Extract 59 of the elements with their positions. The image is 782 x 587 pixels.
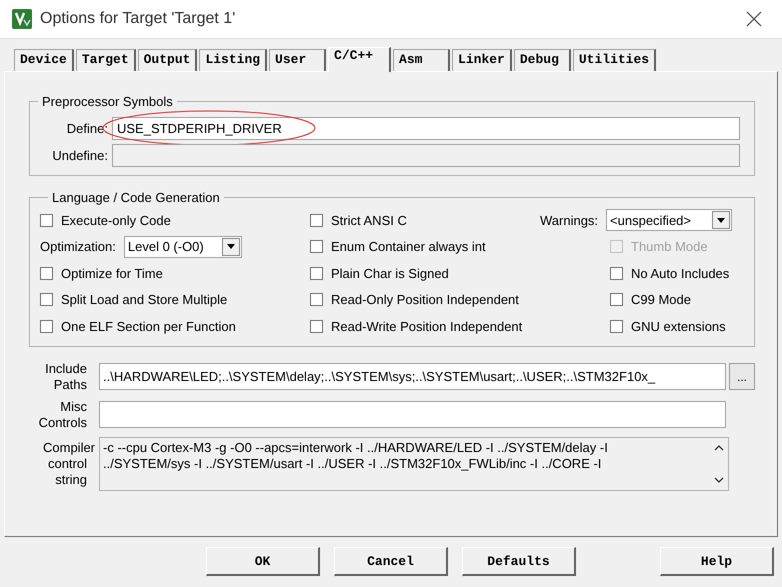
- text-area[interactable]: -c --cpu Cortex-M3 -g -O0 --apcs=interwork -I ../HARDWARE/LED -I ../SYSTEM/delay -I ../SYSTEM/sys -I ../SYSTEM/usart -I ../USER -I ../STM32F10x_FWLib/inc -I ../CORE -I: [99, 436, 729, 490]
- tab[interactable]: Listing: [199, 49, 268, 71]
- checkbox-label: C99 Mode: [631, 292, 691, 308]
- checkbox[interactable]: [310, 214, 323, 227]
- close-icon[interactable]: [746, 11, 762, 27]
- dropdown-label: Optimization:: [40, 239, 116, 254]
- checkbox-label: Plain Char is Signed: [331, 266, 449, 281]
- tab[interactable]: Utilities: [572, 49, 656, 71]
- tab[interactable]: Device: [14, 49, 74, 71]
- field-label: Misc Controls: [38, 398, 88, 430]
- input-field[interactable]: [99, 401, 726, 428]
- checkbox-label: Split Load and Store Multiple: [61, 292, 228, 308]
- group-title: Preprocessor Symbols: [41, 94, 174, 109]
- browse-button[interactable]: ...: [729, 363, 755, 390]
- checkbox[interactable]: [610, 293, 623, 306]
- checkbox[interactable]: [310, 293, 323, 306]
- checkbox-label: Thumb Mode: [631, 239, 708, 254]
- scroll-down-icon[interactable]: [714, 476, 724, 484]
- checkbox-label: Optimize for Time: [61, 266, 163, 281]
- dropdown[interactable]: <unspecified>: [606, 209, 732, 232]
- checkbox[interactable]: [310, 240, 323, 254]
- checkbox[interactable]: [40, 293, 53, 306]
- checkbox-label: Strict ANSI C: [331, 212, 407, 228]
- checkbox[interactable]: [40, 214, 53, 227]
- dialog-button[interactable]: Cancel: [334, 547, 448, 576]
- tab[interactable]: Debug: [514, 49, 571, 71]
- tab[interactable]: C/C++: [328, 47, 392, 72]
- checkbox-label: Enum Container always int: [331, 239, 486, 254]
- dialog-button[interactable]: Defaults: [462, 547, 576, 576]
- app-logo-icon: [12, 9, 32, 29]
- dropdown[interactable]: Level 0 (-O0): [124, 236, 242, 258]
- tab[interactable]: Asm: [393, 49, 450, 71]
- tab[interactable]: Target: [76, 49, 136, 71]
- tab[interactable]: User: [269, 49, 326, 71]
- tab[interactable]: Linker: [452, 49, 512, 71]
- group-title: Language / Code Generation: [51, 190, 221, 205]
- checkbox-label: GNU extensions: [631, 318, 726, 334]
- field-label: Undefine:: [51, 148, 109, 163]
- checkbox[interactable]: [310, 320, 323, 333]
- checkbox-label: Read-Only Position Independent: [331, 292, 519, 308]
- checkbox[interactable]: [40, 320, 53, 333]
- checkbox-label: One ELF Section per Function: [61, 318, 236, 334]
- checkbox-label: Read-Write Position Independent: [331, 318, 522, 334]
- dialog-button[interactable]: Help: [660, 547, 774, 576]
- checkbox[interactable]: [310, 266, 323, 280]
- scroll-up-icon[interactable]: [714, 444, 724, 450]
- checkbox[interactable]: [40, 266, 53, 280]
- field-label: Compiler control string: [42, 440, 96, 488]
- window-title: Options for Target 'Target 1': [40, 10, 236, 28]
- tab[interactable]: Output: [138, 49, 198, 71]
- dialog-button[interactable]: OK: [206, 547, 320, 576]
- dropdown-label: Warnings:: [540, 212, 598, 228]
- checkbox[interactable]: [610, 266, 623, 280]
- checkbox[interactable]: [610, 320, 623, 333]
- input-field[interactable]: USE_STDPERIPH_DRIVER: [112, 117, 740, 140]
- input-field[interactable]: ..\HARDWARE\LED;..\SYSTEM\delay;..\SYSTEM\sys;..\SYSTEM\usart;..\USER;..\STM32F10x_: [99, 363, 726, 390]
- checkbox-label: Execute-only Code: [61, 212, 171, 228]
- checkbox-label: No Auto Includes: [631, 266, 730, 281]
- field-label: Include Paths: [44, 360, 88, 392]
